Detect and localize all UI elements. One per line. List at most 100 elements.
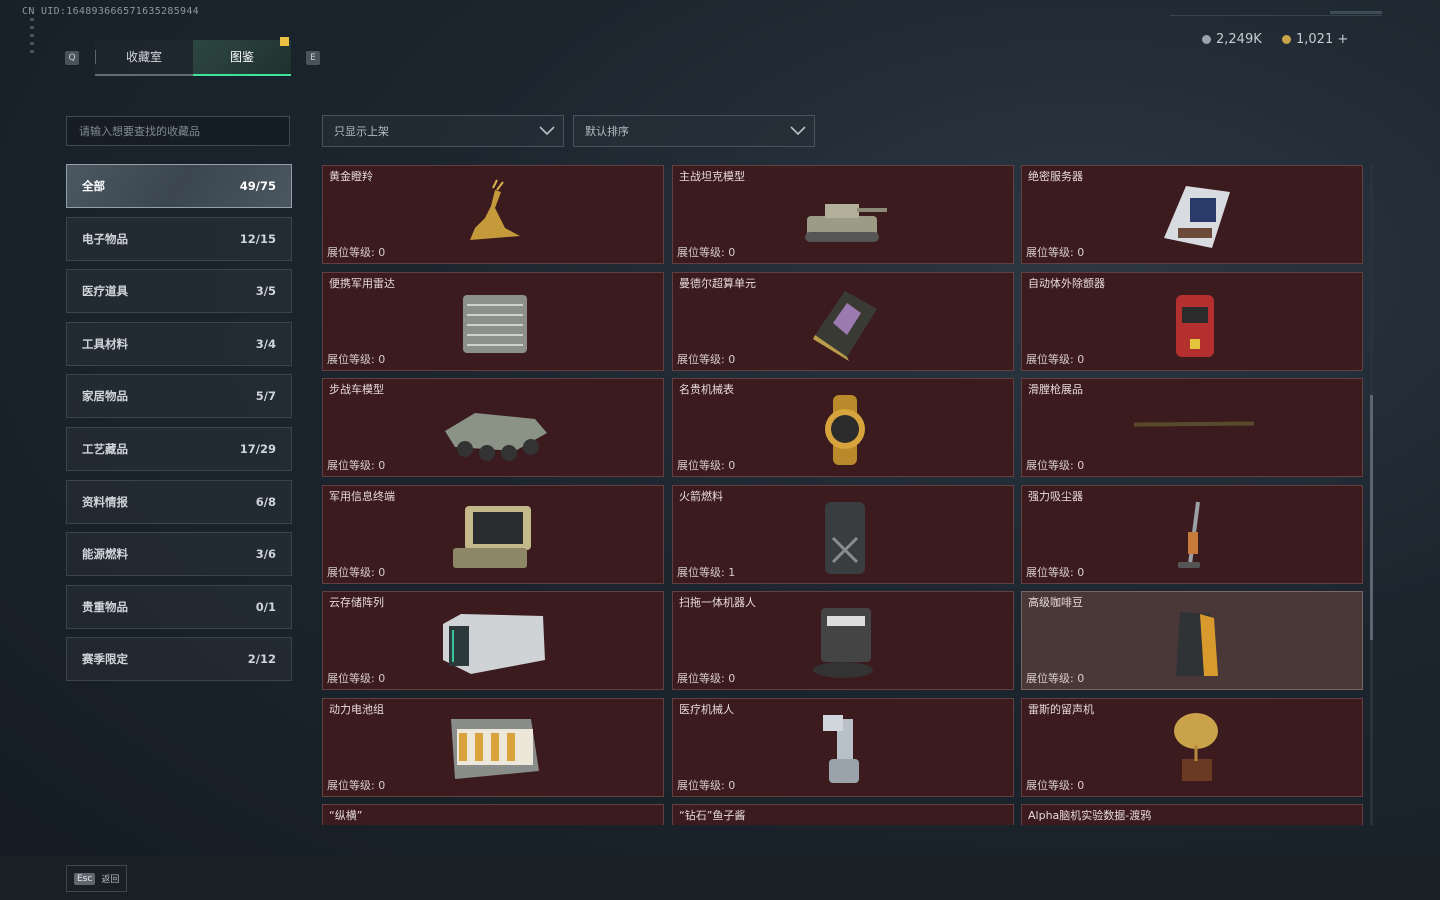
tab-collection-room[interactable]: 收藏室 — [95, 40, 193, 76]
shelf-filter-dropdown[interactable]: 只显示上架 — [322, 115, 564, 147]
card-title: 扫拖一体机器人 — [679, 596, 756, 609]
medical-robot-icon — [785, 711, 905, 789]
collectible-card[interactable]: 黄金瞪羚展位等级: 0 — [322, 165, 664, 264]
sidebar-item[interactable]: 赛季限定 2/12 — [66, 637, 292, 682]
sidebar-item-count: 3/5 — [255, 284, 276, 299]
collectible-card[interactable]: 主战坦克模型 展位等级: 0 — [672, 165, 1014, 264]
collectible-card[interactable]: 军用信息终端 展位等级: 0 — [322, 484, 664, 584]
currency-silver: 2,249K — [1202, 32, 1262, 47]
edge-decoration — [30, 18, 34, 54]
collectible-card[interactable]: 扫拖一体机器人 展位等级: 0 — [672, 591, 1014, 690]
sidebar-item-count: 2/12 — [247, 652, 276, 667]
collectible-card[interactable]: 绝密服务器 展位等级: 0 — [1021, 165, 1363, 264]
card-title: Alpha脑机实验数据-渡鸦 — [1028, 809, 1152, 822]
sidebar-item[interactable]: 电子物品 12/15 — [66, 216, 292, 261]
collectible-grid: 黄金瞪羚 展位等级: 0 主战坦克模型 展位等级: 0 绝密服务器 展位等级: 0 便携军用… — [322, 165, 1364, 825]
sidebar-item[interactable]: 工艺藏品 17/29 — [66, 426, 292, 471]
sidebar-item-count: 49/75 — [239, 179, 276, 193]
collectible-card[interactable]: 步战车模型展位等级: 0 — [322, 378, 664, 477]
sidebar-item-label: 医疗道具 — [82, 284, 128, 299]
card-title: 主战坦克模型 — [679, 170, 745, 183]
card-title: 步战车模型 — [329, 383, 384, 396]
collectible-card[interactable]: 曼德尔超算单元 展位等级: 0 — [672, 271, 1014, 371]
card-booth-level: 展位等级: 0 — [677, 459, 736, 472]
card-title: 军用信息终端 — [329, 489, 395, 503]
vacuum-icon — [1134, 498, 1254, 576]
gramophone-icon — [1134, 711, 1254, 789]
gold-amount: 1,021 + — [1296, 32, 1349, 47]
collectible-card[interactable]: “钻石”鱼子酱 — [672, 804, 1014, 825]
scrollbar-thumb[interactable] — [1370, 395, 1373, 640]
sidebar-item[interactable]: 医疗道具 3/5 — [66, 269, 292, 314]
sidebar-item[interactable]: 工具材料 3/4 — [66, 321, 292, 366]
grid-scrollbar[interactable] — [1370, 165, 1373, 825]
card-title: 动力电池组 — [329, 702, 384, 716]
currency-gold[interactable]: 1,021 + — [1282, 32, 1348, 47]
sort-dropdown[interactable]: 默认排序 — [573, 115, 815, 147]
sidebar-item[interactable]: 资料情报 6/8 — [66, 479, 292, 524]
sidebar-item[interactable]: 家居物品 5/7 — [66, 374, 292, 419]
card-booth-level: 展位等级: 0 — [327, 246, 386, 259]
sidebar-item-label: 贵重物品 — [82, 599, 128, 614]
sidebar-item-count: 3/6 — [255, 547, 276, 562]
tab-bar: 收藏室 图鉴 — [95, 37, 291, 76]
collectible-card[interactable]: 自动体外除颤器 展位等级: 0 — [1021, 271, 1363, 371]
collectible-card[interactable]: Alpha脑机实验数据-渡鸦 — [1021, 804, 1363, 825]
category-sidebar: 全部 49/75 电子物品 12/15 医疗道具 3/5 工具材料 3/4 家居物品 5/7 工艺藏… — [66, 164, 292, 690]
golden-gazelle-icon — [435, 178, 555, 256]
radar-icon — [435, 285, 555, 363]
tab-left-key-badge: Q — [65, 51, 79, 65]
defibrillator-icon — [1134, 285, 1254, 363]
card-title: “纵横” — [329, 809, 363, 822]
card-booth-level: 展位等级: 0 — [677, 246, 736, 259]
top-accent — [1330, 11, 1382, 14]
collectible-card[interactable]: 医疗机械人 展位等级: 0 — [672, 697, 1014, 797]
collectible-card[interactable]: 动力电池组 展位等级: 0 — [322, 697, 664, 797]
storage-array-icon — [435, 604, 555, 682]
card-title: 云存储阵列 — [329, 596, 384, 609]
terminal-icon — [435, 498, 555, 576]
card-title: 高级咖啡豆 — [1028, 596, 1083, 609]
card-booth-level: 展位等级: 0 — [327, 459, 386, 472]
search-input[interactable]: 请输入想要查找的收藏品 — [66, 116, 290, 146]
card-title: 滑膛枪展品 — [1028, 383, 1083, 396]
collectible-card[interactable]: 火箭燃料 展位等级: 1 — [672, 484, 1014, 584]
collectible-card[interactable]: “纵横” — [322, 804, 664, 825]
sidebar-item-count: 17/29 — [239, 441, 276, 456]
collectible-card[interactable]: 便携军用雷达 展位等级: 0 — [322, 271, 664, 371]
sidebar-item-count: 0/1 — [255, 599, 276, 614]
battery-pack-icon — [435, 711, 555, 789]
tab-catalog[interactable]: 图鉴 — [193, 37, 291, 76]
card-title: 曼德尔超算单元 — [679, 276, 756, 290]
sidebar-item[interactable]: 全部 49/75 — [66, 164, 292, 208]
ifv-model-icon — [435, 391, 555, 469]
dropdown-value: 默认排序 — [585, 125, 629, 138]
card-title: “钻石”鱼子酱 — [679, 809, 746, 822]
tab-label: 图鉴 — [229, 50, 254, 64]
collectible-card[interactable]: 滑膛枪展品 展位等级: 0 — [1021, 378, 1363, 477]
sidebar-item-label: 赛季限定 — [82, 652, 128, 667]
sidebar-item-count: 12/15 — [239, 231, 276, 246]
collectible-card[interactable]: 强力吸尘器 展位等级: 0 — [1021, 484, 1363, 584]
sidebar-item-count: 3/4 — [255, 336, 276, 351]
sidebar-item-label: 全部 — [82, 179, 105, 193]
collectible-card[interactable]: 雷斯的留声机 展位等级: 0 — [1021, 697, 1363, 797]
sidebar-item-label: 能源燃料 — [82, 547, 128, 562]
gold-coin-icon — [1282, 35, 1291, 44]
card-booth-level: 展位等级: 1 — [677, 565, 736, 579]
card-booth-level: 展位等级: 0 — [327, 672, 386, 685]
card-title: 黄金瞪羚 — [329, 170, 373, 183]
collectible-card[interactable]: 云存储阵列展位等级: 0 — [322, 591, 664, 690]
collectible-card[interactable]: 名贵机械表 展位等级: 0 — [672, 378, 1014, 477]
sidebar-item[interactable]: 贵重物品 0/1 — [66, 584, 292, 629]
chevron-down-icon — [790, 126, 806, 136]
card-booth-level: 展位等级: 0 — [1026, 778, 1085, 792]
card-booth-level: 展位等级: 0 — [1026, 246, 1085, 259]
tab-label: 收藏室 — [125, 50, 162, 64]
back-button[interactable]: Esc 返回 — [66, 865, 127, 892]
collectible-card[interactable]: 高级咖啡豆 展位等级: 0 — [1021, 591, 1363, 690]
sidebar-item[interactable]: 能源燃料 3/6 — [66, 532, 292, 577]
card-title: 医疗机械人 — [679, 702, 734, 716]
esc-key-badge: Esc — [74, 872, 96, 885]
card-title: 自动体外除颤器 — [1028, 276, 1105, 290]
